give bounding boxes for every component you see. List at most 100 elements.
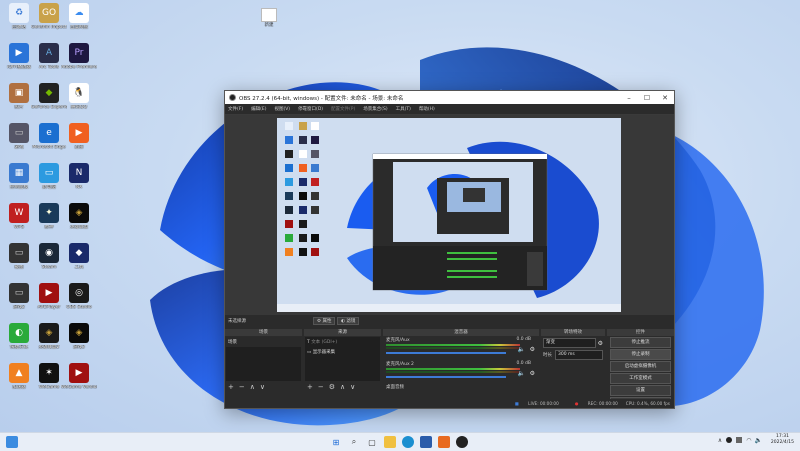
- duration-input[interactable]: 300 ms: [555, 350, 603, 360]
- properties-button[interactable]: ⚙ 属性: [313, 317, 336, 325]
- explorer-icon[interactable]: [384, 436, 396, 448]
- desktop-icon-label: 游戏3: [73, 345, 85, 350]
- app-orange-icon[interactable]: [438, 436, 450, 448]
- menu-view[interactable]: 视图(V): [274, 106, 290, 112]
- sources-header: 来源: [304, 329, 381, 336]
- filters-button[interactable]: ◐ 滤镜: [337, 317, 360, 325]
- desktop-icon[interactable]: ◎ OBS Studio: [62, 283, 96, 311]
- preview-area: [225, 115, 674, 315]
- source-toolbar: 未选择源 ⚙ 属性 ◐ 滤镜: [225, 315, 674, 327]
- scenes-header: 场景: [225, 329, 302, 336]
- minimize-button[interactable]: –: [620, 91, 638, 104]
- track-2-volume-slider[interactable]: [386, 376, 506, 378]
- track-2-settings-icon[interactable]: ⚙: [530, 370, 535, 377]
- stop-streaming-button[interactable]: 停止推流: [610, 337, 671, 348]
- edge-icon[interactable]: [402, 436, 414, 448]
- transitions-panel: 转场特效 渐变 ⚙ 时长 300 ms: [541, 329, 605, 399]
- desktop-file-new[interactable]: 新建: [258, 8, 280, 28]
- tray-app2-icon[interactable]: [736, 437, 743, 443]
- move-down-icon[interactable]: ∨: [260, 383, 265, 391]
- tray-app-icon[interactable]: [726, 437, 733, 443]
- menu-profile[interactable]: 配置文件(P): [331, 106, 355, 112]
- desktop-app-icon: GO: [39, 3, 59, 23]
- desktop-icon[interactable]: 🐧 腾讯QQ: [62, 83, 96, 111]
- controls-panel: 控件 停止推流 停止录制 启动虚拟摄像机 工作室模式 设置 退出: [607, 329, 674, 408]
- track-1-settings-icon[interactable]: ⚙: [530, 346, 535, 353]
- desktop-icon[interactable]: ◈ 英雄联盟: [62, 203, 96, 231]
- source-down-icon[interactable]: ∨: [350, 383, 355, 391]
- wifi-icon[interactable]: ◠: [746, 437, 751, 444]
- desktop-app-icon: ▭: [9, 123, 29, 143]
- taskbar: ⊞ ⌕ ▢ ∧ ◠ 🔈 17:31 2022/4/15: [0, 432, 800, 451]
- stop-recording-button[interactable]: 停止录制: [610, 349, 671, 360]
- menu-scene-collection[interactable]: 场景集合(S): [363, 106, 387, 112]
- clock[interactable]: 17:31 2022/4/15: [771, 434, 794, 446]
- sources-panel: 来源 T 文本 (GDI+) ▭ 显示器采集 + − ⚙ ∧ ∨: [304, 329, 381, 399]
- widgets-icon[interactable]: [6, 436, 18, 448]
- start-icon[interactable]: ⊞: [330, 436, 342, 448]
- store-icon[interactable]: [420, 436, 432, 448]
- search-icon[interactable]: ⌕: [348, 436, 360, 448]
- volume-icon[interactable]: 🔈: [754, 437, 761, 444]
- desktop-app-icon: ✶: [39, 363, 59, 383]
- desktop-icon[interactable]: N NX: [62, 163, 96, 191]
- menu-docks[interactable]: 停靠窗口(D): [298, 106, 323, 112]
- desktop-icon[interactable]: Pr Adobe Premiere: [61, 43, 97, 71]
- tray-chevron-icon[interactable]: ∧: [718, 437, 722, 444]
- source-settings-icon[interactable]: ⚙: [329, 383, 335, 391]
- track-1-volume-slider[interactable]: [386, 352, 506, 354]
- desktop-icon[interactable]: ◈ 游戏3: [62, 323, 96, 351]
- scene-item[interactable]: 场景: [226, 337, 301, 347]
- track-1-mute-icon[interactable]: 🔈: [518, 346, 525, 353]
- virtual-camera-button[interactable]: 启动虚拟摄像机: [610, 361, 671, 372]
- transition-settings-icon[interactable]: ⚙: [598, 340, 603, 347]
- desktop-icon[interactable]: ◆ 工具: [62, 243, 96, 271]
- add-scene-icon[interactable]: +: [228, 383, 234, 391]
- sources-list[interactable]: T 文本 (GDI+) ▭ 显示器采集: [305, 337, 380, 381]
- live-status: ■ LIVE: 00:00:00: [514, 401, 559, 406]
- add-source-icon[interactable]: +: [307, 383, 313, 391]
- desktop-app-icon: ▣: [9, 83, 29, 103]
- title-bar[interactable]: OBS 27.2.4 (64-bit, windows) - 配置文件: 未命名…: [225, 91, 674, 104]
- transition-select[interactable]: 渐变: [543, 338, 596, 348]
- scenes-list[interactable]: 场景: [226, 337, 301, 381]
- source-up-icon[interactable]: ∧: [340, 383, 345, 391]
- track-2-mute-icon[interactable]: 🔈: [518, 370, 525, 377]
- remove-scene-icon[interactable]: −: [239, 383, 245, 391]
- close-button[interactable]: ✕: [656, 91, 674, 104]
- status-bar: ■ LIVE: 00:00:00 ● REC: 00:00:00 CPU: 0.…: [225, 399, 674, 408]
- desktop-app-icon: ▦: [9, 163, 29, 183]
- desktop-app-icon: ▶: [69, 363, 89, 383]
- scenes-panel: 场景 场景 + − ∧ ∨: [225, 329, 302, 399]
- desktop-icon-label: OBS Studio: [66, 305, 92, 310]
- source-item-display[interactable]: ▭ 显示器采集: [305, 347, 380, 357]
- desktop-app-icon: ◆: [69, 243, 89, 263]
- desktop-app-icon: ☁: [69, 3, 89, 23]
- settings-button[interactable]: 设置: [610, 385, 671, 396]
- taskview-icon[interactable]: ▢: [366, 436, 378, 448]
- desktop-app-icon: ◈: [69, 203, 89, 223]
- preview-canvas[interactable]: [277, 118, 621, 312]
- desktop-icon[interactable]: ☁ 百度网盘: [62, 3, 96, 31]
- desktop-icon-label: WeGame Version: [61, 385, 97, 390]
- desktop-app-icon: ◐: [9, 323, 29, 343]
- desktop-icon[interactable]: ▶ WeGame Version: [61, 363, 97, 391]
- desktop-icon[interactable]: ▶ 迅雷: [62, 123, 96, 151]
- maximize-button[interactable]: ☐: [638, 91, 656, 104]
- menu-bar: 文件(F) 编辑(E) 视图(V) 停靠窗口(D) 配置文件(P) 场景集合(S…: [225, 104, 674, 115]
- obs-taskbar-icon[interactable]: [456, 436, 468, 448]
- source-item-text[interactable]: T 文本 (GDI+): [305, 337, 380, 347]
- remove-source-icon[interactable]: −: [318, 383, 324, 391]
- desktop-app-icon: 🐧: [69, 83, 89, 103]
- menu-tools[interactable]: 工具(T): [396, 106, 411, 112]
- mixer-header: 混音器: [383, 329, 539, 336]
- menu-help[interactable]: 帮助(H): [419, 106, 435, 112]
- obs-window[interactable]: OBS 27.2.4 (64-bit, windows) - 配置文件: 未命名…: [224, 90, 675, 409]
- track-2-db: 0.0 dB: [516, 361, 531, 366]
- menu-file[interactable]: 文件(F): [228, 106, 243, 112]
- studio-mode-button[interactable]: 工作室模式: [610, 373, 671, 384]
- rec-status: ● REC: 00:00:00: [574, 401, 618, 406]
- move-up-icon[interactable]: ∧: [250, 383, 255, 391]
- menu-edit[interactable]: 编辑(E): [251, 106, 266, 112]
- cpu-status: CPU: 0.4%, 60.00 fps: [625, 401, 670, 406]
